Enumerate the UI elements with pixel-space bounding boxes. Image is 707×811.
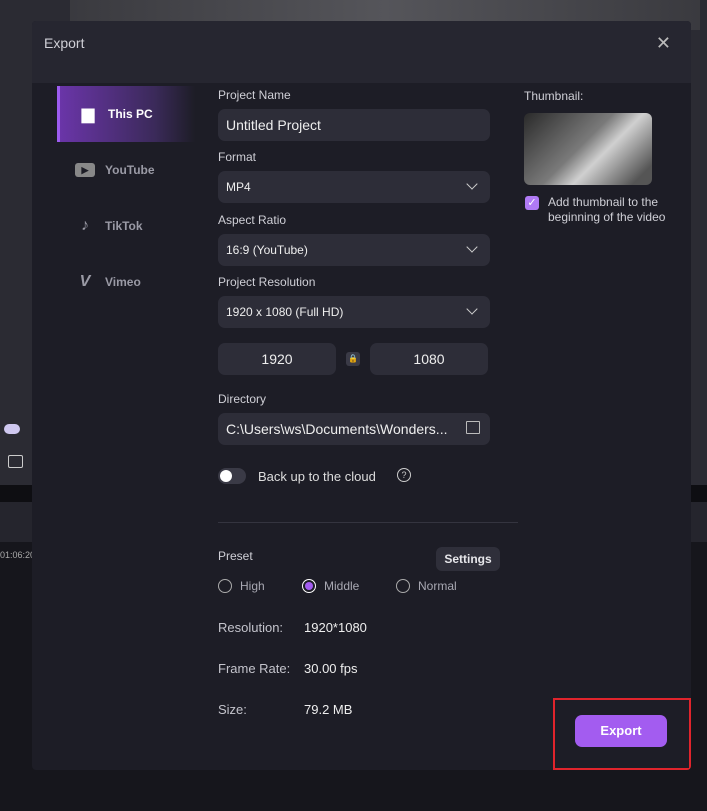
project-name-value: Untitled Project (226, 117, 321, 133)
backup-label: Back up to the cloud (258, 469, 376, 484)
preset-normal-radio[interactable]: Normal (396, 579, 457, 593)
height-input[interactable]: 1080 (370, 343, 488, 375)
sidebar-item-label: Vimeo (105, 275, 141, 289)
timecode: 01:06:20 (0, 550, 36, 560)
sidebar-item-this-pc[interactable]: ▆ This PC (57, 86, 195, 142)
aspect-ratio-value: 16:9 (YouTube) (226, 243, 308, 257)
framerate-label: Frame Rate: (218, 661, 291, 676)
zoom-slider[interactable] (4, 424, 20, 434)
aspect-ratio-label: Aspect Ratio (218, 213, 287, 227)
directory-value: C:\Users\ws\Documents\Wonders... (226, 421, 448, 437)
backup-toggle[interactable] (218, 468, 246, 484)
radio-label: High (240, 579, 265, 593)
framerate-value: 30.00 fps (304, 661, 358, 676)
export-button[interactable]: Export (575, 715, 667, 747)
radio-selected-icon (302, 579, 316, 593)
thumbnail-label: Thumbnail: (524, 89, 584, 103)
laptop-icon: ▆ (81, 106, 95, 123)
directory-input[interactable]: C:\Users\ws\Documents\Wonders... (218, 413, 490, 445)
close-icon[interactable]: ✕ (656, 33, 671, 54)
toggle-knob (220, 470, 232, 482)
radio-icon (218, 579, 232, 593)
dialog-title: Export (44, 35, 85, 51)
preset-label: Preset (218, 549, 253, 563)
folder-icon[interactable] (466, 421, 480, 434)
resolution-info-value: 1920*1080 (304, 620, 367, 635)
radio-label: Middle (324, 579, 360, 593)
help-icon[interactable]: ? (397, 468, 411, 482)
format-value: MP4 (226, 180, 251, 194)
vimeo-icon: V (79, 273, 91, 290)
resolution-label: Project Resolution (218, 275, 316, 289)
preset-high-radio[interactable]: High (218, 579, 265, 593)
aspect-ratio-select[interactable]: 16:9 (YouTube) (218, 234, 490, 266)
thumbnail-checkbox[interactable]: ✓ (525, 196, 539, 210)
size-value: 79.2 MB (304, 702, 353, 717)
camera-icon[interactable] (8, 455, 23, 468)
sidebar-item-label: YouTube (105, 163, 155, 177)
format-select[interactable]: MP4 (218, 171, 490, 203)
height-value: 1080 (413, 351, 445, 367)
chevron-down-icon (466, 303, 478, 315)
sidebar-item-label: This PC (108, 107, 153, 121)
sidebar-item-label: TikTok (105, 219, 143, 233)
preset-middle-radio[interactable]: Middle (302, 579, 359, 593)
chevron-down-icon (466, 178, 478, 190)
project-name-input[interactable]: Untitled Project (218, 109, 490, 141)
width-input[interactable]: 1920 (218, 343, 336, 375)
thumbnail-image[interactable] (524, 113, 652, 185)
export-dialog: Export ✕ ▆ This PC ▶ YouTube ♪ TikTok V Vime… (32, 21, 691, 770)
size-label: Size: (218, 702, 247, 717)
sidebar-item-youtube[interactable]: ▶ YouTube (57, 142, 195, 198)
radio-label: Normal (418, 579, 457, 593)
resolution-value: 1920 x 1080 (Full HD) (226, 305, 344, 319)
sidebar-item-tiktok[interactable]: ♪ TikTok (57, 198, 195, 254)
dialog-header: Export ✕ (32, 21, 691, 83)
thumbnail-checkbox-label: Add thumbnail to the beginning of the vi… (548, 195, 666, 224)
divider (218, 522, 518, 523)
radio-icon (396, 579, 410, 593)
resolution-info-label: Resolution: (218, 620, 284, 635)
settings-button[interactable]: Settings (436, 547, 500, 571)
sidebar-item-vimeo[interactable]: V Vimeo (57, 254, 195, 310)
youtube-icon: ▶ (75, 163, 95, 177)
directory-label: Directory (218, 392, 267, 406)
chevron-down-icon (466, 241, 478, 253)
project-name-label: Project Name (218, 88, 291, 102)
format-label: Format (218, 150, 257, 164)
resolution-select[interactable]: 1920 x 1080 (Full HD) (218, 296, 490, 328)
lock-icon[interactable]: 🔒 (346, 352, 360, 366)
tiktok-icon: ♪ (81, 217, 89, 234)
width-value: 1920 (261, 351, 293, 367)
